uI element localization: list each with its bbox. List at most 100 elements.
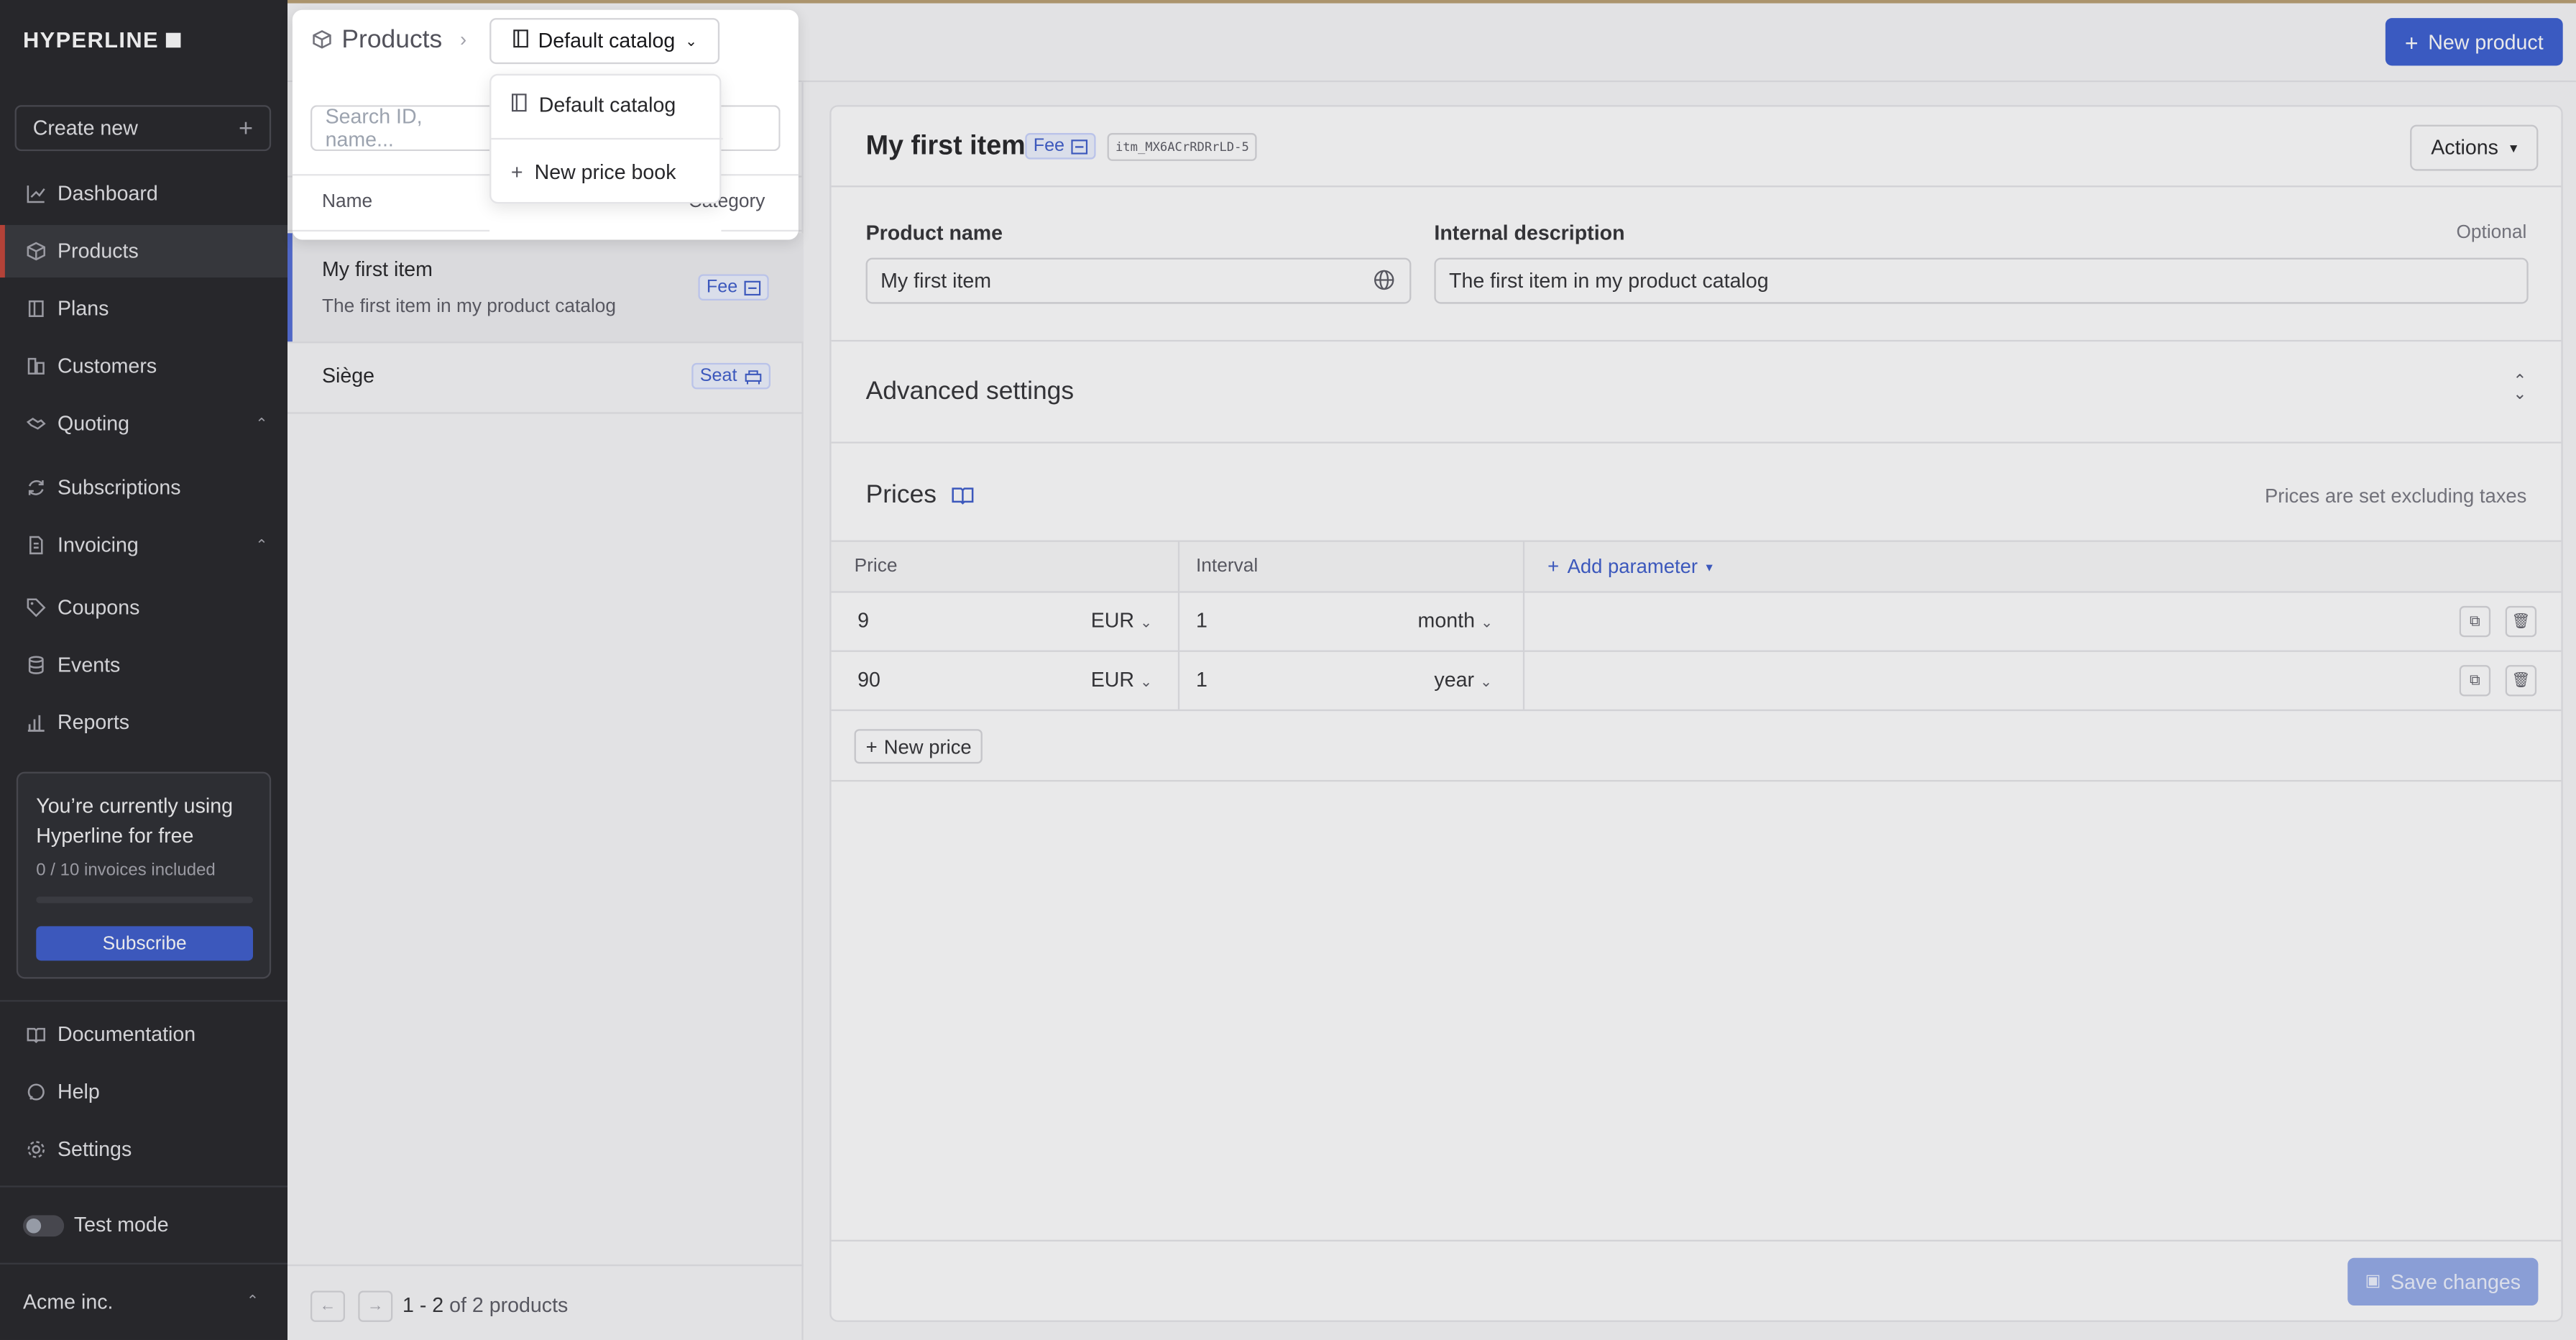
price-input[interactable]: 90 xyxy=(857,669,880,692)
globe-icon[interactable] xyxy=(1374,270,1395,296)
list-item[interactable]: Siège Seat xyxy=(287,343,804,414)
interval-unit-select[interactable]: year ⌄ xyxy=(1434,669,1492,692)
next-page-button[interactable]: → xyxy=(358,1290,393,1322)
chevron-updown-icon[interactable]: ⌃ ⌄ xyxy=(2513,374,2526,403)
free-plan-card: You’re currently using Hyperline for fre… xyxy=(16,771,272,979)
sidebar-item-help[interactable]: Help xyxy=(0,1066,288,1119)
breadcrumb-products[interactable]: Products xyxy=(341,27,442,56)
pagination-total: of 2 products xyxy=(449,1294,569,1318)
sidebar-item-label: Subscriptions xyxy=(57,476,181,500)
chevron-updown-icon[interactable]: ⌃ xyxy=(247,1293,259,1311)
sidebar-item-subscriptions[interactable]: Subscriptions xyxy=(0,462,288,514)
sidebar-item-plans[interactable]: Plans xyxy=(0,283,288,335)
building-icon xyxy=(24,356,46,377)
search-input[interactable]: Search ID, name... xyxy=(310,105,490,152)
delete-price-button[interactable]: 🗑 xyxy=(2505,605,2537,638)
sidebar-item-reports[interactable]: Reports xyxy=(0,697,288,749)
test-mode-label: Test mode xyxy=(73,1213,169,1237)
sidebar-item-coupons[interactable]: Coupons xyxy=(0,582,288,634)
previous-page-button[interactable]: ← xyxy=(310,1290,345,1322)
divider xyxy=(0,1185,288,1188)
gear-icon xyxy=(24,1139,46,1160)
sidebar-item-events[interactable]: Events xyxy=(0,639,288,692)
sidebar-item-documentation[interactable]: Documentation xyxy=(0,1009,288,1061)
organization-switcher[interactable]: Acme inc. xyxy=(23,1290,113,1313)
product-detail-panel: My first item Fee itm_MX6ACrRDRrLD-5 Act… xyxy=(829,105,2563,1322)
plus-icon: + xyxy=(238,114,253,142)
book-open-icon[interactable] xyxy=(951,486,974,510)
add-parameter-button[interactable]: + Add parameter ▾ xyxy=(1547,555,1713,578)
sidebar-item-label: Quoting xyxy=(57,412,130,436)
category-badge: Seat xyxy=(691,362,770,390)
free-plan-title: You’re currently using Hyperline for fre… xyxy=(36,794,233,847)
menu-item-new-price-book[interactable]: + New price book xyxy=(491,144,722,201)
logo-text: HYPERLINE xyxy=(22,27,159,53)
duplicate-price-button[interactable]: ⧉ xyxy=(2459,665,2491,697)
new-product-button[interactable]: + New product xyxy=(2385,18,2563,66)
sidebar-item-dashboard[interactable]: Dashboard xyxy=(0,168,288,220)
divider xyxy=(831,185,2562,188)
menu-item-label: Default catalog xyxy=(538,93,676,117)
sidebar-item-label: Coupons xyxy=(57,596,140,620)
sidebar-item-invoicing[interactable]: Invoicing ⌃ xyxy=(0,519,288,572)
product-name-input[interactable]: My first item xyxy=(865,257,1412,304)
expand-chevron-icon: ⌃ xyxy=(255,536,268,553)
database-icon xyxy=(24,654,46,676)
bar-chart-icon xyxy=(24,712,46,733)
column-header-name[interactable]: Name xyxy=(322,192,372,211)
sidebar-item-quoting[interactable]: Quoting ⌃ xyxy=(0,398,288,450)
pagination-range: 1 - 2 xyxy=(402,1294,444,1318)
sidebar-item-label: Settings xyxy=(57,1138,132,1162)
save-changes-button[interactable]: ▣ Save changes xyxy=(2347,1257,2539,1306)
currency-select[interactable]: EUR ⌄ xyxy=(1091,609,1153,632)
invoice-usage-text: 0 / 10 invoices included xyxy=(36,860,216,881)
price-input[interactable]: 9 xyxy=(857,609,869,632)
chat-icon xyxy=(24,1081,46,1103)
chevron-down-icon: ⌄ xyxy=(1480,614,1494,631)
sidebar-item-label: Reports xyxy=(57,711,130,735)
box-icon xyxy=(24,241,46,262)
sidebar-item-settings[interactable]: Settings xyxy=(0,1123,288,1175)
test-mode-toggle[interactable] xyxy=(22,1215,65,1237)
interval-count-input[interactable]: 1 xyxy=(1196,609,1208,632)
menu-item-default-catalog[interactable]: Default catalog xyxy=(491,77,722,133)
sidebar-item-label: Dashboard xyxy=(57,182,158,206)
plus-icon: + xyxy=(510,160,523,184)
chevron-down-icon: ▾ xyxy=(2509,139,2518,155)
actions-dropdown[interactable]: Actions ▾ xyxy=(2410,124,2539,171)
delete-price-button[interactable]: 🗑 xyxy=(2505,665,2537,697)
file-icon xyxy=(24,535,46,556)
interval-unit-value: year xyxy=(1434,668,1475,692)
advanced-settings-toggle[interactable]: Advanced settings xyxy=(866,377,1075,407)
new-price-button[interactable]: + New price xyxy=(854,729,983,764)
add-parameter-label: Add parameter xyxy=(1567,555,1698,579)
divider xyxy=(287,1264,804,1267)
product-id-badge[interactable]: itm_MX6ACrRDRrLD-5 xyxy=(1107,133,1258,161)
catalog-selector[interactable]: Default catalog ⌄ xyxy=(489,18,720,65)
search-input-end[interactable] xyxy=(721,105,781,152)
duplicate-price-button[interactable]: ⧉ xyxy=(2459,605,2491,638)
sidebar-item-customers[interactable]: Customers xyxy=(0,340,288,393)
catalog-dropdown-menu: Default catalog + New price book xyxy=(489,73,723,204)
plus-icon: + xyxy=(2404,28,2419,55)
sidebar-item-products[interactable]: Products xyxy=(0,224,288,278)
logo[interactable]: HYPERLINE xyxy=(23,28,180,52)
internal-description-input[interactable]: The first item in my product catalog xyxy=(1434,257,2529,304)
currency-value: EUR xyxy=(1090,668,1135,692)
new-product-label: New product xyxy=(2428,30,2544,54)
category-label: Fee xyxy=(1033,136,1065,157)
optional-hint: Optional xyxy=(2456,223,2527,244)
divider xyxy=(1522,540,1525,710)
product-title: My first item xyxy=(865,131,1026,161)
expand-chevron-icon: ⌃ xyxy=(255,414,268,431)
interval-count-input[interactable]: 1 xyxy=(1196,669,1208,692)
divider xyxy=(831,709,2562,712)
create-new-button[interactable]: Create new + xyxy=(14,105,272,152)
sidebar-item-label: Events xyxy=(57,653,121,677)
internal-description-label: Internal description xyxy=(1434,221,1625,245)
currency-value: EUR xyxy=(1090,609,1135,633)
currency-select[interactable]: EUR ⌄ xyxy=(1091,669,1153,692)
interval-unit-select[interactable]: month ⌄ xyxy=(1418,609,1494,632)
list-item[interactable]: My first item The first item in my produ… xyxy=(287,233,804,344)
subscribe-button[interactable]: Subscribe xyxy=(36,926,253,961)
